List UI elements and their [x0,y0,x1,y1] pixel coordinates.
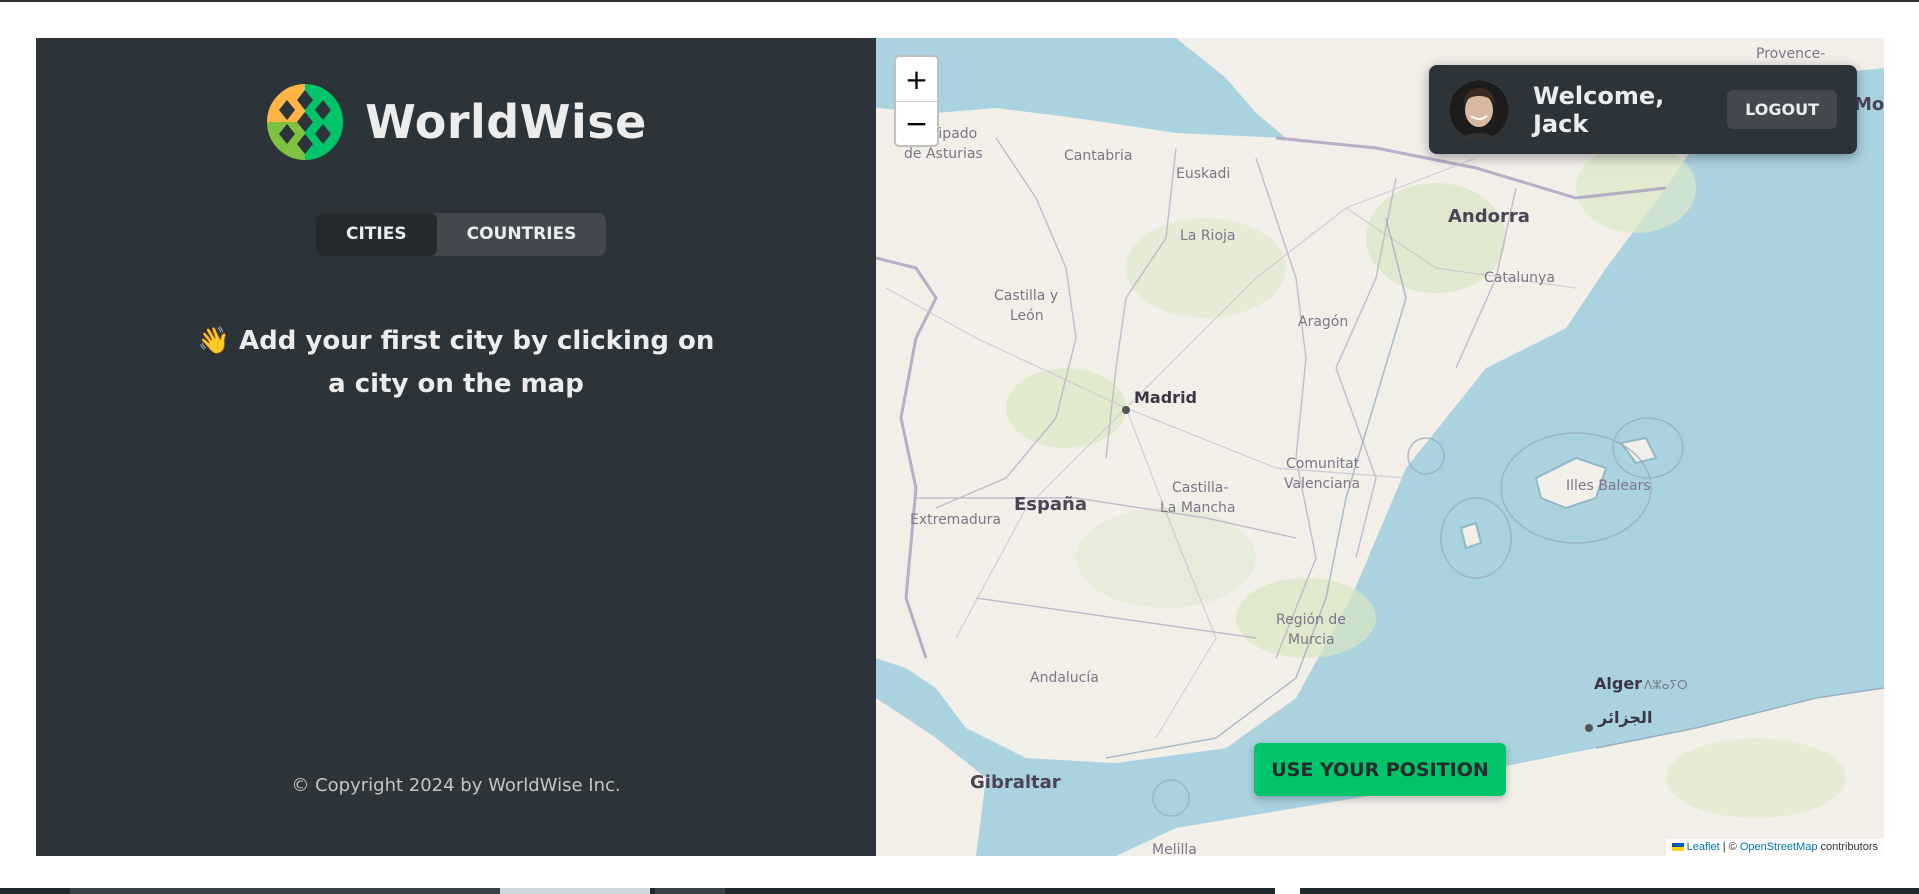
map-label-comunitat: Comunitat [1286,456,1360,472]
map-label-leon: León [1010,308,1044,324]
empty-state-message: 👋 Add your first city by clicking on a c… [186,320,726,406]
map-label-asturias: de Asturias [904,146,983,162]
globe-logo-icon [265,82,346,162]
openstreetmap-link[interactable]: OpenStreetMap [1740,841,1818,853]
map-label-mon: Mon [1854,94,1884,115]
map-label-alger-berber: ⴷⵣⴰⵢⵔ [1644,678,1688,692]
map-label-espana: España [1014,494,1088,515]
map-label-la-rioja: La Rioja [1180,228,1236,244]
map-label-murcia: Murcia [1288,632,1335,648]
map-label-castilla-la: Castilla- [1172,480,1229,496]
logout-button[interactable]: LOGOUT [1727,90,1837,129]
app-name: WorldWise [365,95,647,149]
use-position-button[interactable]: USE YOUR POSITION [1254,743,1506,796]
map-attribution: Leaflet | © OpenStreetMap contributors [1665,839,1884,856]
ukraine-flag-icon [1671,843,1684,852]
map-label-extremadura: Extremadura [910,512,1001,528]
map-label-castilla-y: Castilla y [994,288,1059,304]
leaflet-link[interactable]: Leaflet [1687,841,1720,853]
attribution-suffix: contributors [1817,841,1878,853]
map-label-region-de: Región de [1276,612,1346,628]
window-top-border [0,0,1919,2]
waving-hand-icon: 👋 [197,326,230,356]
map-label-madrid: Madrid [1134,388,1197,407]
map[interactable]: Principado de Asturias Cantabria Euskadi… [876,38,1884,856]
sidebar: WorldWise CITIES COUNTRIES 👋 Add your fi… [36,38,876,856]
map-label-illes-balears: Illes Balears [1566,478,1651,494]
map-label-alger: Alger [1594,674,1643,693]
welcome-text: Welcome, Jack [1533,81,1665,138]
map-label-andalucia: Andalucía [1030,670,1099,686]
empty-state-text: Add your first city by clicking on a cit… [239,326,715,399]
zoom-in-button[interactable]: + [896,57,937,101]
tab-cities[interactable]: CITIES [316,213,437,256]
map-label-provence: Provence- [1756,46,1826,62]
zoom-control: + − [894,55,939,147]
tab-bar: CITIES COUNTRIES [316,213,607,256]
map-label-catalunya: Catalunya [1484,270,1555,286]
zoom-out-button[interactable]: − [896,101,937,145]
user-avatar-icon [1449,79,1509,140]
map-label-alger-arabic: الجزائر [1598,708,1653,727]
map-label-euskadi: Euskadi [1176,166,1231,182]
tab-countries[interactable]: COUNTRIES [437,213,607,256]
logo[interactable]: WorldWise [36,82,876,162]
app-layout: WorldWise CITIES COUNTRIES 👋 Add your fi… [36,38,1884,856]
map-label-cantabria: Cantabria [1064,148,1133,164]
map-tiles[interactable] [876,38,1884,856]
map-label-andorra: Andorra [1448,206,1530,227]
map-label-valenciana: Valenciana [1284,476,1361,492]
attribution-separator: | © [1719,841,1740,853]
window-bottom-bar [0,888,1919,894]
user-card: Welcome, Jack LOGOUT [1429,65,1857,154]
avatar [1449,79,1509,140]
map-label-melilla: Melilla [1152,842,1197,856]
copyright: © Copyright 2024 by WorldWise Inc. [291,775,621,796]
map-label-aragon: Aragón [1298,314,1349,330]
map-label-la-mancha: La Mancha [1160,500,1236,516]
map-label-gibraltar: Gibraltar [970,772,1061,793]
